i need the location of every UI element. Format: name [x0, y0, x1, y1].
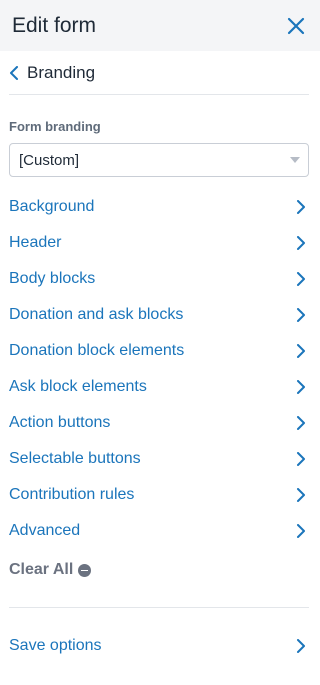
menu-item-donation-block-elements[interactable]: Donation block elements	[0, 333, 320, 369]
menu-item-label: Contribution rules	[9, 486, 135, 503]
form-branding-selected-value: [Custom]	[19, 151, 80, 169]
menu-item-background[interactable]: Background	[0, 189, 320, 225]
panel-header: Edit form	[0, 0, 320, 51]
chevron-right-icon	[297, 380, 305, 394]
menu-item-label: Donation and ask blocks	[9, 306, 184, 323]
menu-item-label: Ask block elements	[9, 378, 147, 395]
save-options-label: Save options	[9, 637, 102, 654]
chevron-right-icon	[297, 524, 305, 538]
chevron-right-icon	[297, 416, 305, 430]
save-options-button[interactable]: Save options	[0, 628, 320, 664]
form-branding-label: Form branding	[9, 119, 101, 134]
menu-item-action-buttons[interactable]: Action buttons	[0, 405, 320, 441]
chevron-right-icon	[297, 344, 305, 358]
close-button[interactable]	[284, 14, 308, 38]
panel-title: Edit form	[12, 13, 97, 37]
menu-item-label: Advanced	[9, 522, 81, 539]
branding-menu: Background Header Body blocks Donation a…	[0, 189, 320, 549]
menu-item-label: Body blocks	[9, 270, 96, 287]
edit-form-panel: Edit form Branding Form branding [Custom…	[0, 0, 320, 685]
menu-item-label: Background	[9, 198, 95, 215]
menu-item-selectable-buttons[interactable]: Selectable buttons	[0, 441, 320, 477]
back-to-branding-button[interactable]: Branding	[9, 51, 309, 95]
menu-item-body-blocks[interactable]: Body blocks	[0, 261, 320, 297]
menu-item-label: Donation block elements	[9, 342, 185, 359]
menu-item-label: Selectable buttons	[9, 450, 141, 467]
chevron-right-icon	[297, 272, 305, 286]
menu-item-label: Header	[9, 234, 62, 251]
menu-item-donation-and-ask-blocks[interactable]: Donation and ask blocks	[0, 297, 320, 333]
chevron-right-icon	[297, 200, 305, 214]
menu-item-label: Action buttons	[9, 414, 111, 431]
menu-item-contribution-rules[interactable]: Contribution rules	[0, 477, 320, 513]
clear-all-button[interactable]: Clear All	[9, 555, 320, 585]
breadcrumb-label: Branding	[27, 62, 96, 82]
chevron-right-icon	[297, 308, 305, 322]
minus-circle-icon	[78, 563, 92, 577]
chevron-right-icon	[297, 452, 305, 466]
menu-item-ask-block-elements[interactable]: Ask block elements	[0, 369, 320, 405]
divider	[9, 607, 309, 608]
chevron-right-icon	[297, 236, 305, 250]
clear-all-label: Clear All	[9, 561, 74, 578]
chevron-right-icon	[297, 639, 305, 653]
menu-item-header[interactable]: Header	[0, 225, 320, 261]
close-icon	[287, 17, 305, 34]
menu-item-advanced[interactable]: Advanced	[0, 513, 320, 549]
chevron-left-icon	[10, 65, 18, 80]
caret-down-icon	[290, 157, 300, 163]
chevron-right-icon	[297, 488, 305, 502]
form-branding-select[interactable]: [Custom]	[9, 143, 309, 177]
